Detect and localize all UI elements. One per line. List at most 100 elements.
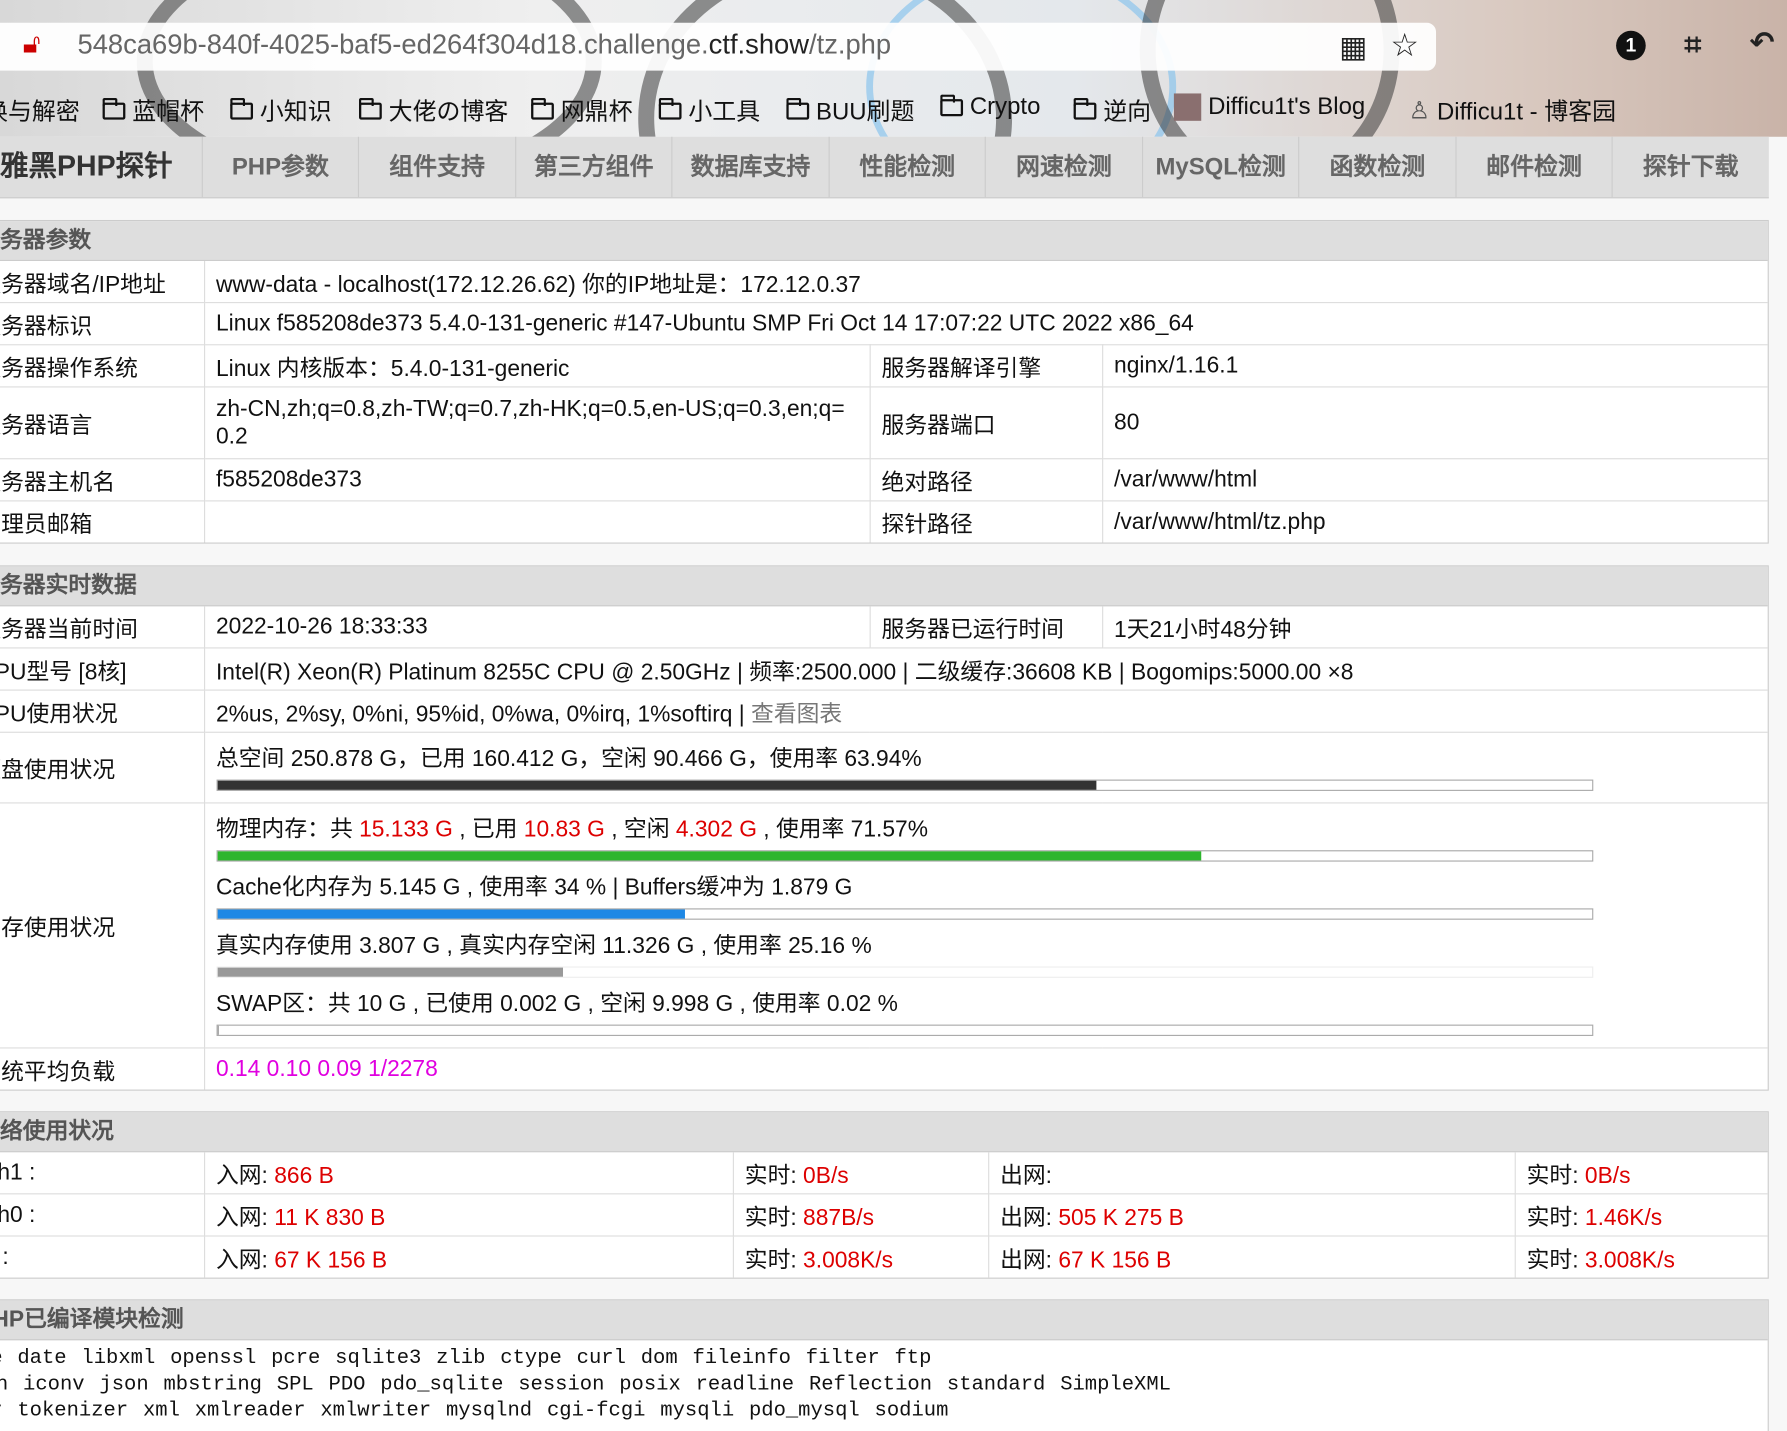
section-title: PHP已编译模块检测 xyxy=(0,1300,1768,1341)
bookmark-folder[interactable]: 大佬の博客 xyxy=(359,93,508,127)
in-bytes: 入网: 67 K 156 B xyxy=(204,1236,734,1278)
label: 硬盘使用状况 xyxy=(0,732,205,804)
top-nav: 雅黑PHP探针 PHP参数 组件支持 第三方组件 数据库支持 性能检测 网速检测… xyxy=(0,136,1769,199)
value: /var/www/html/tz.php xyxy=(1114,508,1326,534)
bookmark-link[interactable]: ♙ Difficu1t - 博客园 xyxy=(1409,93,1616,127)
label: 服务器端口 xyxy=(869,386,1103,460)
nav-network-speed[interactable]: 网速检测 xyxy=(986,136,1144,198)
module-name: sodium xyxy=(874,1399,949,1423)
module-name: xmlwriter xyxy=(320,1399,432,1423)
folder-icon xyxy=(940,94,964,116)
address-bar[interactable]: 🔓︎ 548ca69b-840f-4025-baf5-ed264f304d18.… xyxy=(0,22,1437,71)
in-rate: 实时: 887B/s xyxy=(732,1193,989,1237)
module-name: fileinfo xyxy=(692,1347,791,1370)
label: 服务器主机名 xyxy=(0,458,205,502)
favicon-icon xyxy=(1173,93,1202,121)
undo-icon[interactable]: ↶ xyxy=(1749,27,1774,57)
network-row: lo : 入网: 67 K 156 B 实时: 3.008K/s 出网: 67 … xyxy=(0,1236,1768,1278)
module-name: standard xyxy=(946,1373,1046,1397)
out-rate: 实时: 0B/s xyxy=(1514,1152,1768,1195)
value: zh-CN,zh;q=0.8,zh-TW;q=0.7,zh-HK;q=0.5,e… xyxy=(204,386,871,460)
nav-mail[interactable]: 邮件检测 xyxy=(1457,136,1613,198)
bookmark-folder[interactable]: 蓝帽杯 xyxy=(102,93,204,127)
modules-section: PHP已编译模块检测 Core date libxml openssl pcre sqli… xyxy=(0,1299,1769,1431)
nav-components[interactable]: 组件支持 xyxy=(359,136,517,198)
module-name: dom xyxy=(640,1347,678,1370)
out-bytes: 出网: 67 K 156 B xyxy=(988,1236,1516,1278)
crop-icon[interactable]: ⌗ xyxy=(1684,30,1701,60)
memory-usage-fill xyxy=(217,851,1201,861)
folder-icon xyxy=(786,97,810,120)
memory-usage-bar xyxy=(215,850,1593,862)
module-name: xmlreader xyxy=(194,1399,306,1423)
label: CPU型号 [8核] xyxy=(0,647,205,691)
label: 服务器操作系统 xyxy=(0,344,205,388)
module-name: SimpleXML xyxy=(1060,1373,1171,1397)
view-chart-link[interactable]: 查看图表 xyxy=(751,701,842,726)
out-rate: 实时: 1.46K/s xyxy=(1514,1193,1768,1237)
nav-mysql[interactable]: MySQL检测 xyxy=(1143,136,1300,198)
star-icon[interactable]: ☆ xyxy=(1390,29,1419,62)
server-params-section: 服务器参数 服务器域名/IP地址www-data - localhost(172… xyxy=(0,219,1769,544)
section-title: 网络使用状况 xyxy=(0,1112,1768,1153)
module-name: hash xyxy=(0,1373,8,1396)
module-name: SPL xyxy=(276,1373,314,1397)
insecure-lock-icon[interactable]: 🔓︎ xyxy=(23,30,41,58)
module-name: posix xyxy=(619,1373,681,1397)
swap-memory: SWAP区：共 10 G , 已使用 0.002 G , 空闲 9.998 G … xyxy=(215,978,1756,1036)
label: CPU使用状况 xyxy=(0,690,205,733)
qr-code-icon[interactable]: ▦ xyxy=(1339,32,1367,62)
value: 物理内存：共 15.133 G , 已用 10.83 G , 空闲 4.302 … xyxy=(204,802,1768,1049)
physical-memory: 物理内存：共 15.133 G , 已用 10.83 G , 空闲 4.302 … xyxy=(215,803,1756,862)
label: 管理员邮箱 xyxy=(0,500,205,543)
module-name: cgi-fcgi xyxy=(546,1399,646,1423)
interface-name: eth0 : xyxy=(0,1193,205,1237)
bookmark-folder[interactable]: 网鼎杯 xyxy=(531,93,633,127)
label: 绝对路径 xyxy=(869,458,1103,502)
module-name: readline xyxy=(695,1373,795,1397)
module-list: Core date libxml openssl pcre sqlite3 zlib ctyp… xyxy=(0,1340,1768,1430)
value: 2%us, 2%sy, 0%ni, 95%id, 0%wa, 0%irq, 1%… xyxy=(204,690,1768,733)
nav-php-params[interactable]: PHP参数 xyxy=(203,136,360,198)
nav-third-party[interactable]: 第三方组件 xyxy=(516,136,673,198)
folder-icon xyxy=(1073,97,1097,120)
section-title: 服务器实时数据 xyxy=(0,566,1768,607)
brand-title[interactable]: 雅黑PHP探针 xyxy=(0,136,203,198)
module-name: session xyxy=(518,1373,605,1397)
module-name: openssl xyxy=(170,1347,257,1370)
module-name: Phar xyxy=(0,1400,3,1423)
value: f585208de373 xyxy=(204,458,871,502)
bookmark-folder[interactable]: 小知识 xyxy=(230,93,332,127)
module-name: iconv xyxy=(23,1373,85,1397)
nav-database[interactable]: 数据库支持 xyxy=(672,136,830,198)
module-name: mbstring xyxy=(163,1373,262,1397)
out-bytes: 出网: xyxy=(988,1152,1516,1195)
page: 🔓︎ 548ca69b-840f-4025-baf5-ed264f304d18.… xyxy=(0,0,1787,1431)
cache-memory: Cache化内存为 5.145 G , 使用率 34 % | Buffers缓冲… xyxy=(215,862,1756,920)
module-name: pdo_mysql xyxy=(748,1399,860,1423)
nav-performance[interactable]: 性能检测 xyxy=(830,136,986,198)
nav-download[interactable]: 探针下载 xyxy=(1613,137,1769,197)
section-title: 服务器参数 xyxy=(0,221,1768,261)
bookmark-folder[interactable]: 换与解密 xyxy=(0,93,80,127)
real-memory-fill xyxy=(217,967,563,977)
folder-icon xyxy=(230,97,254,120)
value: 80 xyxy=(1102,386,1768,460)
module-name: mysqlnd xyxy=(445,1399,533,1423)
network-section: 网络使用状况 eth1 : 入网: 866 B 实时: 0B/s 出网: 实时:… xyxy=(0,1111,1769,1279)
disk-usage-text: 总空间 250.878 G，已用 160.412 G，空闲 90.466 G，使… xyxy=(215,746,922,772)
extension-badge-icon[interactable]: 1 xyxy=(1616,30,1646,61)
interface-name: lo : xyxy=(0,1236,205,1278)
bookmark-folder[interactable]: BUU刷题 xyxy=(786,93,914,127)
value: 2022-10-26 18:33:33 xyxy=(204,606,871,649)
bookmark-folder[interactable]: 小工具 xyxy=(658,93,760,127)
bookmark-folder[interactable]: 逆向 xyxy=(1073,93,1151,127)
label: 服务器当前时间 xyxy=(0,606,205,649)
value: Intel(R) Xeon(R) Platinum 8255C CPU @ 2.… xyxy=(204,647,1768,691)
url-text[interactable]: 548ca69b-840f-4025-baf5-ed264f304d18.cha… xyxy=(77,30,891,62)
bookmark-link[interactable]: Difficu1t's Blog xyxy=(1173,93,1365,121)
nav-functions[interactable]: 函数检测 xyxy=(1299,136,1457,198)
value: Linux f585208de373 5.4.0-131-generic #14… xyxy=(204,302,1768,346)
value: Linux 内核版本：5.4.0-131-generic xyxy=(204,344,871,388)
bookmark-folder[interactable]: Crypto xyxy=(940,93,1040,120)
